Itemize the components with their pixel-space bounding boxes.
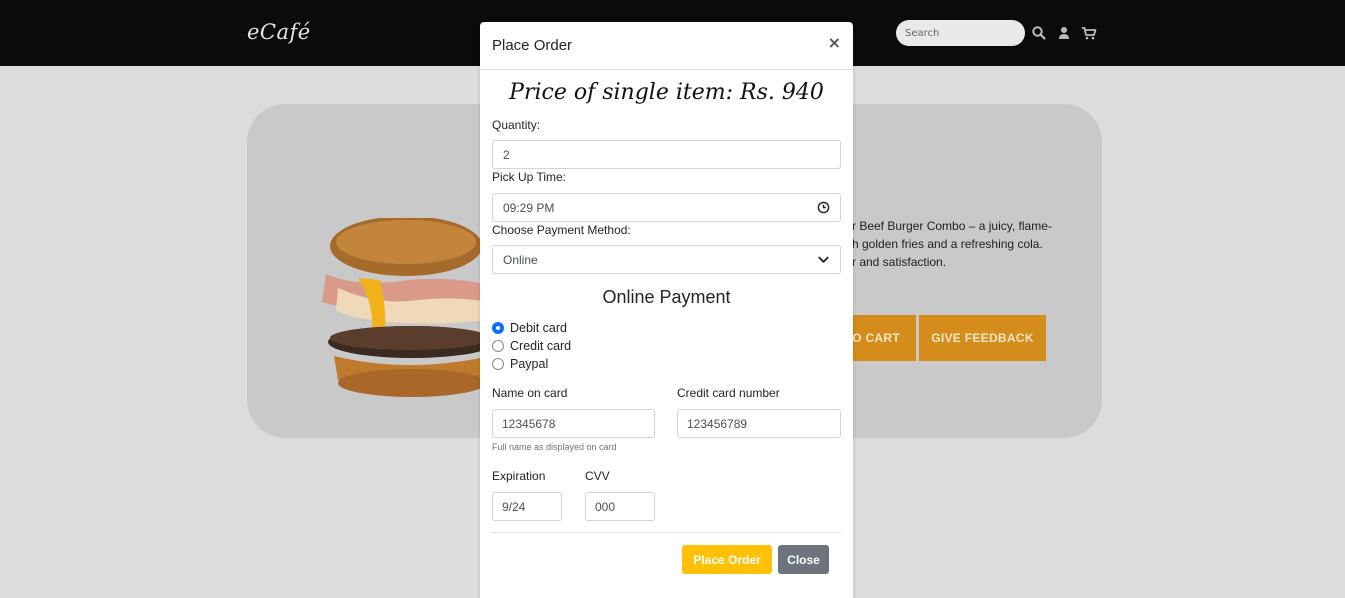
name-on-card-label: Name on card	[492, 386, 568, 400]
price-heading: Price of single item: Rs. 940	[509, 80, 824, 105]
search-input[interactable]	[896, 20, 1025, 46]
product-description: r Beef Burger Combo – a juicy, flame- h …	[852, 217, 1082, 271]
quantity-value: 2	[503, 147, 510, 162]
expiration-value: 9/24	[502, 499, 526, 514]
name-hint: Full name as displayed on card	[492, 442, 617, 452]
pickup-time-input[interactable]: 09:29 PM	[492, 193, 841, 222]
clock-icon[interactable]	[817, 201, 830, 214]
payment-method-label: Choose Payment Method:	[492, 223, 631, 237]
radio-debit-card[interactable]: Debit card	[492, 320, 567, 336]
online-payment-title: Online Payment	[602, 287, 731, 307]
modal-title: Place Order	[492, 37, 573, 54]
expiration-input[interactable]: 9/24	[492, 492, 562, 521]
payment-method-value: Online	[503, 252, 538, 267]
cart-icon[interactable]	[1081, 25, 1097, 41]
description-line: r and satisfaction.	[852, 255, 947, 269]
card-number-input[interactable]: 123456789	[677, 409, 841, 438]
place-order-button[interactable]: Place Order	[682, 545, 772, 574]
close-icon[interactable]: ×	[828, 35, 841, 51]
brand-logo[interactable]: eCafé	[247, 20, 311, 44]
radio-label: Debit card	[510, 321, 567, 335]
name-on-card-input[interactable]: 12345678	[492, 409, 655, 438]
radio-label: Credit card	[510, 339, 572, 353]
pickup-time-label: Pick Up Time:	[492, 170, 567, 184]
expiration-label: Expiration	[492, 469, 546, 483]
cvv-input[interactable]: 000	[585, 492, 655, 521]
quantity-input[interactable]: 2	[492, 140, 841, 169]
user-icon[interactable]	[1056, 25, 1072, 41]
cvv-value: 000	[595, 499, 616, 514]
radio-paypal[interactable]: Paypal	[492, 356, 548, 372]
payment-method-select[interactable]: Online	[492, 245, 841, 274]
radio-button[interactable]	[492, 322, 504, 334]
burger-image	[322, 218, 496, 397]
place-order-modal: Place Order × Price of single item: Rs. …	[480, 22, 853, 598]
chevron-down-icon	[818, 256, 829, 263]
cvv-label: CVV	[585, 469, 610, 483]
card-number-value: 123456789	[687, 416, 748, 431]
quantity-label: Quantity:	[492, 118, 541, 132]
name-on-card-value: 12345678	[502, 416, 556, 431]
modal-header: Place Order ×	[480, 22, 853, 70]
search-icon[interactable]	[1031, 25, 1047, 41]
card-number-label: Credit card number	[677, 386, 780, 400]
give-feedback-button[interactable]: GIVE FEEDBACK	[919, 315, 1046, 361]
radio-button[interactable]	[492, 358, 504, 370]
modal-footer-divider	[492, 532, 841, 533]
radio-label: Paypal	[510, 357, 549, 371]
radio-button[interactable]	[492, 340, 504, 352]
close-button[interactable]: Close	[778, 545, 829, 574]
description-line: r Beef Burger Combo – a juicy, flame-	[852, 219, 1052, 233]
pickup-time-value: 09:29 PM	[503, 200, 555, 215]
radio-credit-card[interactable]: Credit card	[492, 338, 571, 354]
description-line: h golden fries and a refreshing cola.	[852, 237, 1043, 251]
